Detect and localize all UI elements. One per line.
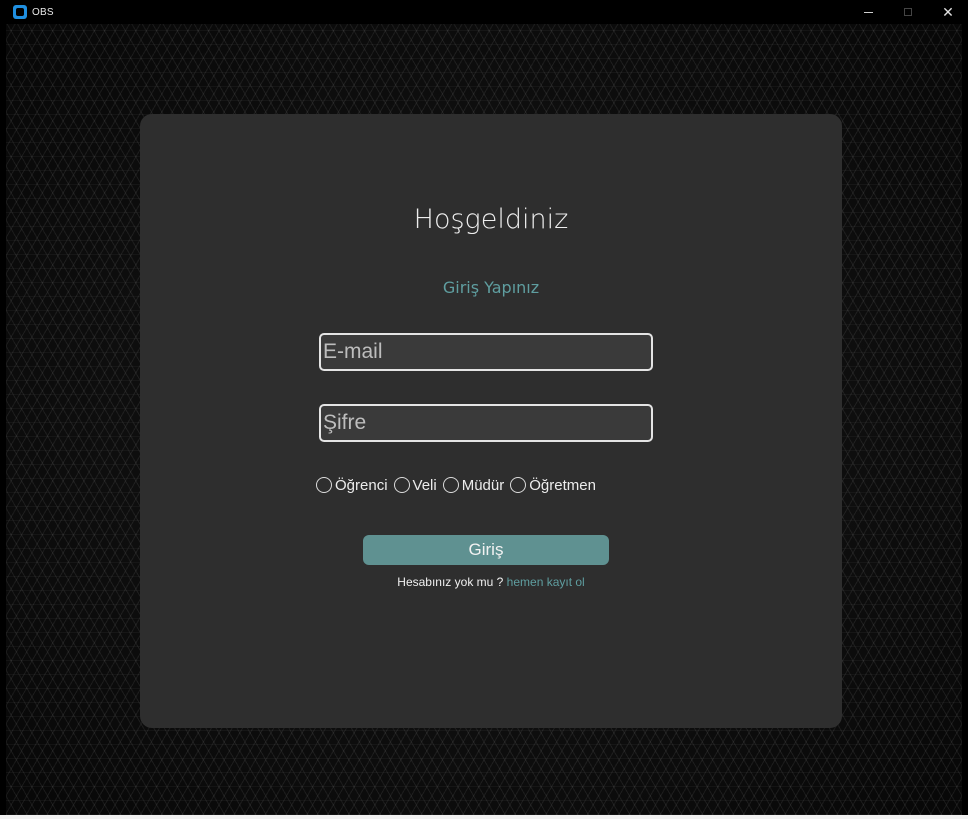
close-button[interactable]: ✕ xyxy=(928,0,968,24)
password-field[interactable] xyxy=(319,404,653,442)
radio-button[interactable] xyxy=(316,477,332,493)
radio-button[interactable] xyxy=(393,477,410,493)
title-bar: OBS ✕ xyxy=(0,0,968,24)
role-option-veli[interactable]: Veli xyxy=(393,476,437,494)
bottom-edge xyxy=(0,815,968,819)
role-label: Öğretmen xyxy=(529,476,596,494)
radio-button[interactable] xyxy=(510,477,527,493)
role-label: Müdür xyxy=(461,476,505,494)
role-option-mudur[interactable]: Müdür xyxy=(442,476,505,494)
signup-row: Hesabınız yok mu ? hemen kayıt ol xyxy=(140,575,842,589)
role-label: Öğrenci xyxy=(335,476,388,494)
minimize-icon xyxy=(863,11,873,13)
window-title: OBS xyxy=(32,6,54,18)
role-option-ogrenci[interactable]: Öğrenci xyxy=(316,477,388,494)
close-icon: ✕ xyxy=(942,3,954,20)
radio-button[interactable] xyxy=(442,477,459,493)
role-label: Veli xyxy=(412,476,437,494)
email-field[interactable] xyxy=(319,333,653,371)
signup-prompt: Hesabınız yok mu ? xyxy=(397,575,507,589)
role-selector: Öğrenci Veli Müdür Öğretmen xyxy=(316,475,602,495)
role-option-ogretmen[interactable]: Öğretmen xyxy=(510,477,596,494)
login-card: Hoşgeldiniz Giriş Yapınız Öğrenci Veli M… xyxy=(140,114,842,728)
signup-link[interactable]: hemen kayıt ol xyxy=(507,575,585,589)
login-button[interactable]: Giriş xyxy=(363,535,609,565)
window-controls: ✕ xyxy=(848,0,968,24)
welcome-heading: Hoşgeldiniz xyxy=(413,204,569,235)
minimize-button[interactable] xyxy=(848,0,888,24)
maximize-button[interactable] xyxy=(888,0,928,24)
login-subheading: Giriş Yapınız xyxy=(442,278,540,297)
maximize-icon xyxy=(904,8,912,16)
app-icon xyxy=(13,5,27,19)
